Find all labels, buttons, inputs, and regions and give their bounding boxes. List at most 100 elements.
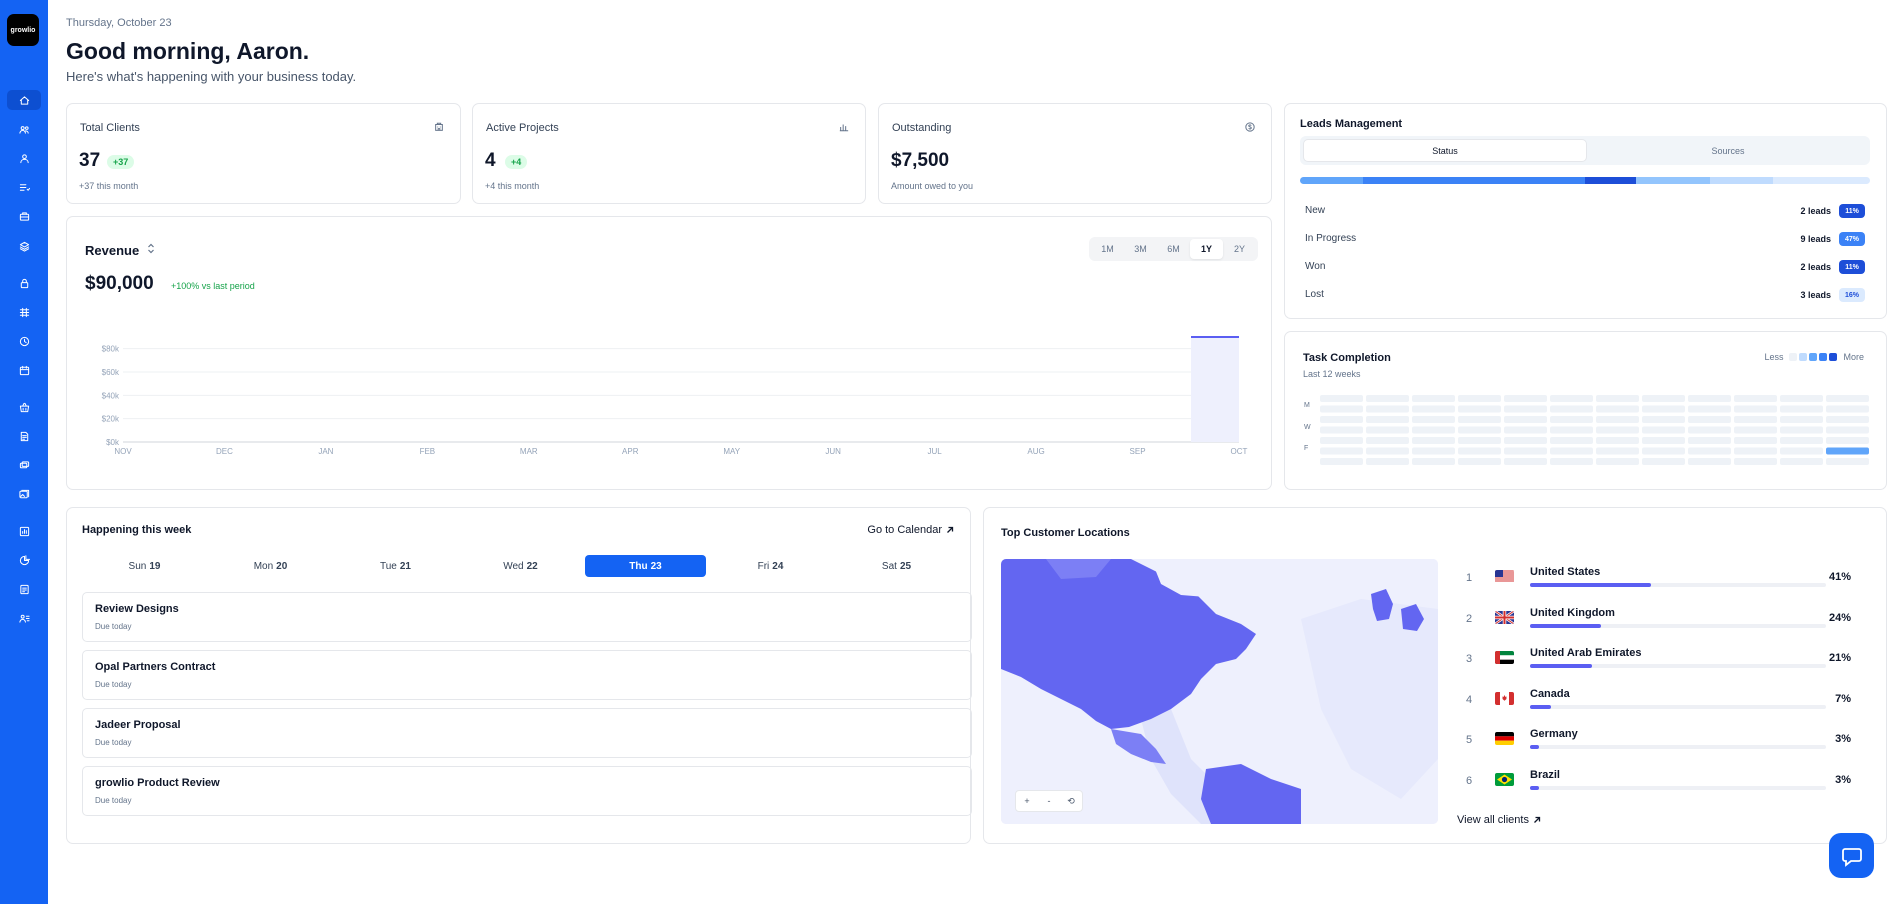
task-item[interactable]: Opal Partners Contract Due today xyxy=(82,650,972,700)
heatmap-cell xyxy=(1688,426,1731,434)
leads-distribution-bar xyxy=(1300,177,1870,184)
x-tick-label: SEP xyxy=(1130,447,1146,456)
task-item[interactable]: Review Designs Due today xyxy=(82,592,972,642)
day-number: 25 xyxy=(899,560,912,572)
lead-status-label: Won xyxy=(1305,261,1326,272)
user-icon xyxy=(19,153,29,163)
day-tab-sat[interactable]: Sat 25 xyxy=(836,555,957,577)
chat-support-button[interactable] xyxy=(1829,833,1874,878)
sidebar-item-invoice[interactable] xyxy=(7,426,41,446)
home-icon xyxy=(19,95,29,105)
location-progress-fill xyxy=(1530,624,1602,628)
sidebar-item-pie[interactable] xyxy=(7,550,41,570)
day-tab-mon[interactable]: Mon 20 xyxy=(210,555,331,577)
flag-br-icon xyxy=(1495,773,1514,786)
zoom-in-button[interactable]: + xyxy=(1016,791,1038,811)
go-to-calendar-link[interactable]: Go to Calendar xyxy=(867,524,954,536)
app-logo[interactable]: growlio xyxy=(7,14,39,46)
view-all-label: View all clients xyxy=(1457,814,1529,826)
task-item[interactable]: growlio Product Review Due today xyxy=(82,766,972,816)
lead-count: 2 leads xyxy=(1800,206,1831,216)
day-tab-sun[interactable]: Sun 19 xyxy=(84,555,205,577)
task-due: Due today xyxy=(95,622,132,631)
sidebar-item-clock[interactable] xyxy=(7,331,41,351)
sidebar-item-doc[interactable] xyxy=(7,579,41,599)
x-tick-label: MAR xyxy=(520,447,538,456)
heatmap-cell xyxy=(1412,458,1455,465)
current-date: Thursday, October 23 xyxy=(66,17,172,29)
sidebar-item-team[interactable] xyxy=(7,608,41,628)
arrow-up-right-icon xyxy=(947,526,954,533)
arrow-up-right-icon xyxy=(1533,816,1541,823)
reset-map-button[interactable]: ⟲ xyxy=(1060,791,1082,811)
bar-chart-icon xyxy=(835,118,853,136)
lead-count: 3 leads xyxy=(1800,290,1831,300)
zoom-out-button[interactable]: - xyxy=(1038,791,1060,811)
stat-value: $7,500 xyxy=(891,150,950,171)
location-name: Brazil xyxy=(1530,769,1560,781)
heatmap-cell xyxy=(1504,426,1547,434)
leads-title: Leads Management xyxy=(1300,118,1403,130)
flag-gb-icon xyxy=(1495,611,1514,624)
heatmap-cell xyxy=(1734,437,1777,444)
day-tab-thu[interactable]: Thu 23 xyxy=(585,555,706,577)
stat-title: Active Projects xyxy=(486,122,559,134)
x-tick-label: OCT xyxy=(1231,447,1248,456)
map-shapes xyxy=(1001,559,1438,824)
stat-title: Outstanding xyxy=(892,122,952,134)
stat-subtext: +37 this month xyxy=(79,181,139,191)
heatmap-cell xyxy=(1412,395,1455,402)
day-number: 19 xyxy=(149,560,161,572)
layers-icon xyxy=(19,241,29,252)
heatmap-cell xyxy=(1596,447,1639,455)
sidebar-item-layers[interactable] xyxy=(7,236,41,256)
view-all-clients-link[interactable]: View all clients xyxy=(1457,814,1541,826)
lead-count: 2 leads xyxy=(1800,262,1831,272)
sidebar-item-briefcase[interactable] xyxy=(7,206,41,226)
heatmap-cell xyxy=(1504,458,1547,465)
sidebar-item-user[interactable] xyxy=(7,148,41,168)
task-item[interactable]: Jadeer Proposal Due today xyxy=(82,708,972,758)
leads-bar-segment xyxy=(1362,177,1585,184)
day-name: Wed xyxy=(503,560,524,572)
sidebar-item-clients[interactable] xyxy=(7,119,41,139)
sidebar-item-list[interactable] xyxy=(7,177,41,197)
sidebar-item-basket[interactable] xyxy=(7,397,41,417)
sidebar-item-grid[interactable] xyxy=(7,302,41,322)
tab-status[interactable]: Status xyxy=(1303,139,1587,162)
location-row: 6 Brazil 3% xyxy=(1457,769,1857,793)
location-progress-fill xyxy=(1530,705,1551,709)
heatmap-cell xyxy=(1458,458,1501,465)
leads-card: Leads Management Status Sources New 2 lea… xyxy=(1284,103,1887,319)
sidebar-item-report[interactable] xyxy=(7,521,41,541)
heatmap-cell xyxy=(1550,437,1593,444)
heatmap-cell xyxy=(1366,447,1409,455)
heatmap-cell xyxy=(1550,458,1593,465)
location-percent: 21% xyxy=(1828,652,1851,664)
heatmap-cell xyxy=(1366,426,1409,434)
day-number: 23 xyxy=(650,560,662,572)
world-map[interactable]: + - ⟲ xyxy=(1001,559,1438,824)
heatmap-cell xyxy=(1688,437,1731,444)
heatmap-cell xyxy=(1734,447,1777,455)
heatmap-cell xyxy=(1688,416,1731,423)
clock-icon xyxy=(19,336,29,346)
heatmap-cell xyxy=(1642,416,1685,423)
sidebar-item-cards[interactable] xyxy=(7,455,41,475)
sidebar-item-gallery[interactable] xyxy=(7,484,41,504)
sidebar-item-home[interactable] xyxy=(7,90,41,110)
task-due: Due today xyxy=(95,680,132,689)
heatmap-cell xyxy=(1688,447,1731,455)
sidebar-item-lock[interactable] xyxy=(7,273,41,293)
heatmap-cell xyxy=(1596,437,1639,444)
heatmap-cell xyxy=(1320,416,1363,423)
day-tab-tue[interactable]: Tue 21 xyxy=(335,555,456,577)
heatmap-cell xyxy=(1504,416,1547,423)
heatmap-cell xyxy=(1320,395,1363,402)
revenue-card: Revenue $90,000 +100% vs last period 1M … xyxy=(66,216,1272,490)
sidebar-item-calendar[interactable] xyxy=(7,360,41,380)
stat-badge: +37 xyxy=(107,155,135,169)
day-tab-fri[interactable]: Fri 24 xyxy=(710,555,831,577)
day-tab-wed[interactable]: Wed 22 xyxy=(460,555,581,577)
tab-sources[interactable]: Sources xyxy=(1586,139,1870,162)
